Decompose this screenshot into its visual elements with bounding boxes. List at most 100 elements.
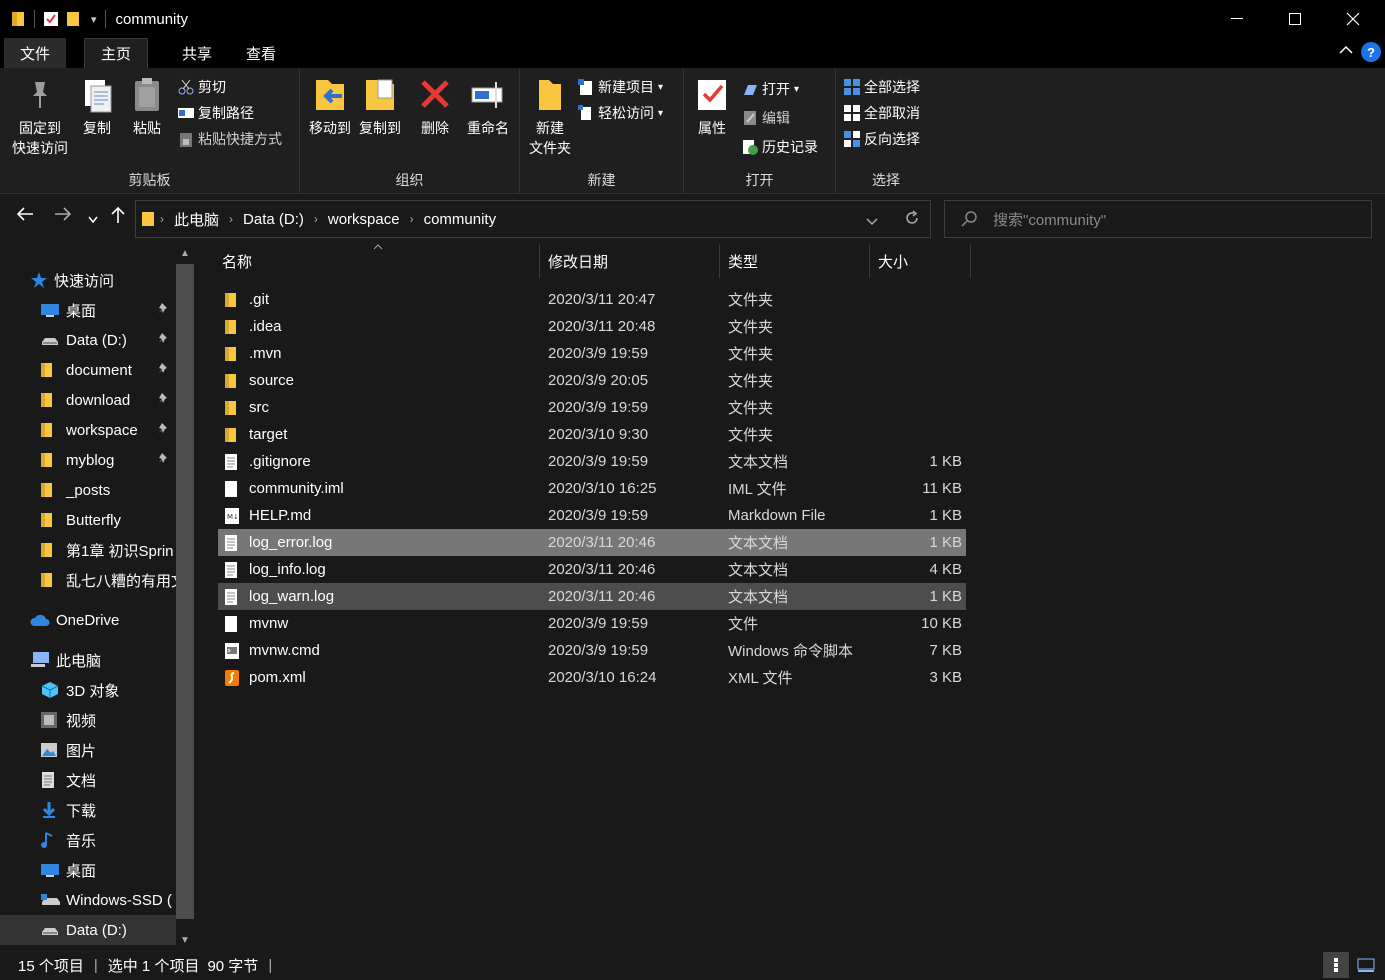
pin-icon[interactable] [158,392,170,407]
paste-shortcut-button[interactable]: 粘贴快捷方式 [178,128,282,150]
navpane-scrollbar[interactable]: ▲ ▼ [176,244,194,950]
edit-button[interactable]: 编辑 [742,107,790,129]
quick-access-item[interactable]: document [40,355,196,385]
large-icons-view-button[interactable] [1353,952,1379,978]
new-folder-qat-icon[interactable] [67,11,81,27]
scroll-thumb[interactable] [176,264,194,919]
address-history-dropdown[interactable] [866,213,878,230]
qat-dropdown-icon[interactable]: ▾ [91,13,97,26]
file-row[interactable]: M↓ HELP.md 2020/3/9 19:59 Markdown File 1 KB [218,502,966,529]
history-button[interactable]: 历史记录 [742,136,818,158]
nav-onedrive[interactable]: OneDrive [30,605,196,635]
tab-home[interactable]: 主页 [84,38,149,68]
open-button[interactable]: 打开 ▾ [742,78,799,100]
copy-button[interactable]: 复制 [76,76,118,138]
column-header-date[interactable]: 修改日期 [540,244,720,278]
file-row[interactable]: .idea 2020/3/11 20:48 文件夹 [218,313,966,340]
select-all-button[interactable]: 全部选择 [844,76,920,98]
up-button[interactable] [110,206,126,229]
copy-path-button[interactable]: 复制路径 [178,102,254,124]
recent-locations-button[interactable] [88,208,98,229]
this-pc-item[interactable]: 文档 [40,765,196,795]
quick-access-item[interactable]: download [40,385,196,415]
rename-button[interactable]: 重命名 [462,76,514,138]
address-bar[interactable]: › 此电脑 › Data (D:) › workspace › communit… [135,200,931,238]
copy-to-button[interactable]: 复制到 [356,76,404,138]
this-pc-item[interactable]: 视频 [40,705,196,735]
nav-quick-access[interactable]: 快速访问 [30,265,196,295]
cut-button[interactable]: 剪切 [178,76,226,98]
file-row[interactable]: community.iml 2020/3/10 16:25 IML 文件 11 KB [218,475,966,502]
pin-icon[interactable] [158,302,170,317]
select-none-button[interactable]: 全部取消 [844,102,920,124]
breadcrumb-community[interactable]: community [424,211,497,228]
file-row[interactable]: target 2020/3/10 9:30 文件夹 [218,421,966,448]
properties-button[interactable]: 属性 [692,76,732,138]
file-row[interactable]: .mvn 2020/3/9 19:59 文件夹 [218,340,966,367]
invert-selection-button[interactable]: 反向选择 [844,128,920,150]
file-row[interactable]: mvnw.cmd 2020/3/9 19:59 Windows 命令脚本 7 KB [218,637,966,664]
maximize-button[interactable] [1266,0,1324,38]
breadcrumb-workspace[interactable]: workspace [328,211,400,228]
pin-quick-access-button[interactable]: 固定到 快速访问 [8,76,72,158]
tab-view[interactable]: 查看 [230,38,292,68]
quick-access-item[interactable]: 第1章 初识Sprin [40,535,196,565]
easy-access-button[interactable]: 轻松访问 ▾ [578,102,663,124]
scroll-down-icon[interactable]: ▼ [176,935,194,946]
tab-file[interactable]: 文件 [4,38,67,68]
tab-share[interactable]: 共享 [166,38,228,68]
pin-icon[interactable] [158,422,170,437]
minimize-button[interactable] [1208,0,1266,38]
pin-icon[interactable] [158,332,170,347]
column-header-size[interactable]: 大小 [870,244,971,278]
breadcrumb-separator-icon[interactable]: › [229,212,233,226]
breadcrumb-separator-icon[interactable]: › [410,212,414,226]
file-row[interactable]: .git 2020/3/11 20:47 文件夹 [218,286,966,313]
column-header-type[interactable]: 类型 [720,244,870,278]
file-row[interactable]: source 2020/3/9 20:05 文件夹 [218,367,966,394]
pin-icon[interactable] [158,362,170,377]
this-pc-item[interactable]: 图片 [40,735,196,765]
this-pc-item[interactable]: Windows-SSD ( [40,885,196,915]
quick-access-item[interactable]: Butterfly [40,505,196,535]
this-pc-item[interactable]: Data (D:) [0,915,176,945]
quick-access-item[interactable]: _posts [40,475,196,505]
file-row[interactable]: .gitignore 2020/3/9 19:59 文本文档 1 KB [218,448,966,475]
file-row[interactable]: log_error.log 2020/3/11 20:46 文本文档 1 KB [218,529,966,556]
new-item-button[interactable]: 新建项目 ▾ [578,76,663,98]
file-row[interactable]: mvnw 2020/3/9 19:59 文件 10 KB [218,610,966,637]
quick-access-item[interactable]: myblog [40,445,196,475]
search-input[interactable]: 搜索"community" [944,200,1372,238]
file-row[interactable]: src 2020/3/9 19:59 文件夹 [218,394,966,421]
close-button[interactable] [1324,0,1382,38]
properties-qat-icon[interactable] [43,11,59,27]
column-header-name[interactable]: 名称 [214,244,540,278]
forward-button[interactable] [54,206,72,227]
quick-access-item[interactable]: Data (D:) [40,325,196,355]
quick-access-item[interactable]: workspace [40,415,196,445]
back-button[interactable] [16,206,34,227]
help-button[interactable]: ? [1361,42,1381,62]
file-row[interactable]: log_warn.log 2020/3/11 20:46 文本文档 1 KB [218,583,966,610]
nav-this-pc[interactable]: 此电脑 [30,645,196,675]
quick-access-item[interactable]: 乱七八糟的有用文 [40,565,196,595]
refresh-button[interactable] [904,210,920,230]
file-row[interactable]: log_info.log 2020/3/11 20:46 文本文档 4 KB [218,556,966,583]
file-row[interactable]: pom.xml 2020/3/10 16:24 XML 文件 3 KB [218,664,966,691]
this-pc-item[interactable]: 下载 [40,795,196,825]
breadcrumb-data-drive[interactable]: Data (D:) [243,211,304,228]
breadcrumb-separator-icon[interactable]: › [314,212,318,226]
paste-button[interactable]: 粘贴 [124,76,170,138]
scroll-up-icon[interactable]: ▲ [176,248,194,259]
breadcrumb-this-pc[interactable]: 此电脑 [174,209,219,230]
pin-icon[interactable] [158,452,170,467]
this-pc-item[interactable]: 音乐 [40,825,196,855]
this-pc-item[interactable]: 桌面 [40,855,196,885]
new-folder-button[interactable]: 新建 文件夹 [524,76,576,158]
delete-button[interactable]: 删除 [414,76,456,138]
move-to-button[interactable]: 移动到 [306,76,354,138]
quick-access-item[interactable]: 桌面 [40,295,196,325]
this-pc-item[interactable]: 3D 对象 [40,675,196,705]
collapse-ribbon-icon[interactable] [1339,42,1353,58]
details-view-button[interactable] [1323,952,1349,978]
